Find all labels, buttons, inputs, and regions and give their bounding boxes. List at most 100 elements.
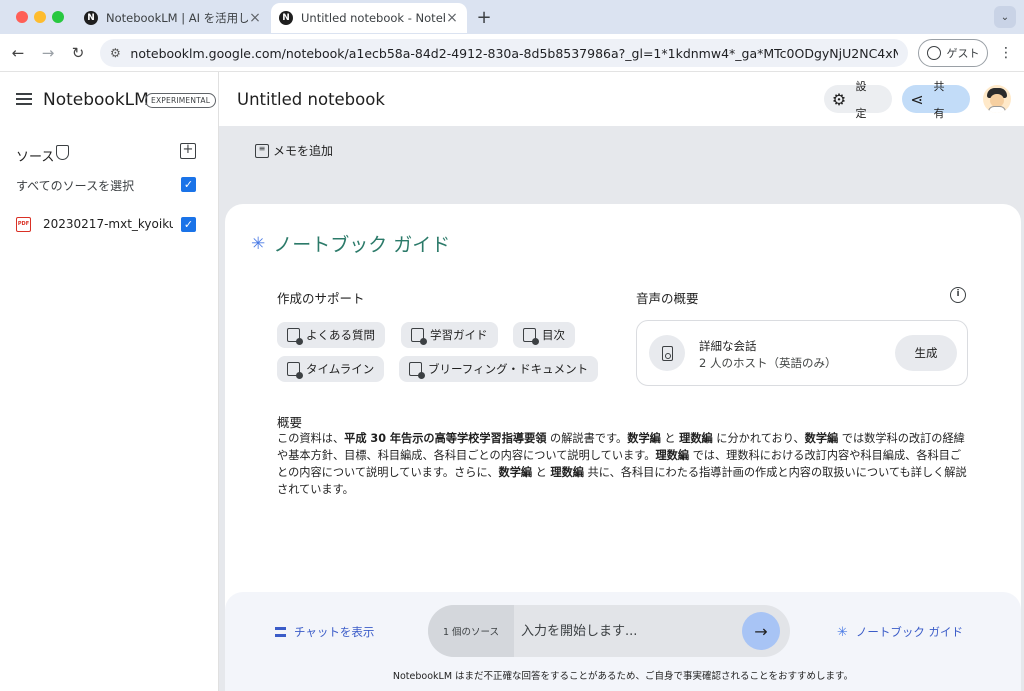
audio-overview-card: 詳細な会話 2 人のホスト（英語のみ） 生成 bbox=[636, 320, 968, 386]
sparkle-icon: ✳ bbox=[251, 233, 266, 254]
browser-menu-icon[interactable]: ⋮ bbox=[998, 44, 1014, 62]
doc-add-icon bbox=[523, 328, 539, 345]
tab-close-icon[interactable]: × bbox=[248, 10, 262, 26]
overview-bold-span: 理数編 bbox=[655, 449, 690, 462]
overview-heading: 概要 bbox=[277, 415, 303, 430]
disclaimer-text: NotebookLM はまだ不正確な回答をすることがあるため、ご自身で事実確認さ… bbox=[392, 671, 854, 682]
add-memo-label: メモを追加 bbox=[273, 144, 334, 158]
chat-icon bbox=[275, 627, 286, 637]
browser-toolbar: ← → ↻ ⚙ notebooklm.google.com/notebook/a… bbox=[0, 34, 1024, 72]
hamburger-menu-icon[interactable] bbox=[16, 93, 32, 105]
overview-text-span: の解説書です。 bbox=[546, 432, 628, 445]
doc-add-icon bbox=[411, 328, 427, 345]
overview-bold-span: 数学編 bbox=[627, 432, 661, 445]
window-zoom-button[interactable] bbox=[52, 11, 64, 23]
share-icon: ⋖ bbox=[910, 89, 924, 109]
tab-title: Untitled notebook - NotebookLM bbox=[301, 11, 445, 25]
doc-add-icon bbox=[287, 328, 303, 345]
notebook-guide-button[interactable]: ✳ ノートブック ガイド bbox=[837, 624, 963, 640]
faq-chip[interactable]: よくある質問 bbox=[277, 322, 385, 348]
select-all-checkbox[interactable]: ✓ bbox=[181, 177, 196, 192]
guest-label: ゲスト bbox=[946, 47, 980, 60]
app-logo[interactable]: NotebookLM bbox=[43, 90, 149, 110]
overview-text-span: この資料は、 bbox=[277, 432, 345, 445]
reload-button[interactable]: ↻ bbox=[68, 43, 88, 63]
avatar-body bbox=[988, 106, 1006, 113]
notebooklm-favicon-icon: N bbox=[279, 11, 293, 25]
notebook-guide-label: ノートブック ガイド bbox=[855, 625, 964, 639]
chat-input[interactable] bbox=[521, 619, 731, 643]
gear-icon: ⚙ bbox=[831, 89, 847, 109]
overview-bold-span: 数学編 bbox=[804, 432, 839, 445]
chip-label: 目次 bbox=[542, 328, 565, 342]
doc-add-icon bbox=[287, 362, 303, 379]
doc-add-icon bbox=[409, 362, 425, 379]
forward-button[interactable]: → bbox=[38, 43, 58, 63]
speaker-icon bbox=[661, 345, 673, 361]
window-minimize-button[interactable] bbox=[34, 11, 46, 23]
overview-bold-span: 平成 30 年告示の高等学校学習指導要領 bbox=[344, 432, 547, 445]
guide-title-text: ノートブック ガイド bbox=[273, 234, 451, 256]
speaker-icon-wrap bbox=[649, 335, 685, 371]
add-memo-button[interactable]: ≡ メモを追加 bbox=[255, 142, 333, 159]
profile-icon bbox=[926, 46, 941, 60]
overview-text-span: と bbox=[532, 466, 551, 479]
briefing-document-chip[interactable]: ブリーフィング・ドキュメント bbox=[399, 356, 599, 382]
settings-label: 設定 bbox=[855, 79, 867, 120]
avatar[interactable] bbox=[983, 85, 1011, 113]
note-icon: ≡ bbox=[255, 143, 269, 158]
source-count-badge: 1 個のソース bbox=[428, 605, 514, 657]
share-label: 共有 bbox=[933, 79, 945, 120]
browser-tab-bar: N NotebookLM | AI を活用したメモ × N Untitled n… bbox=[0, 0, 1024, 34]
timeline-chip[interactable]: タイムライン bbox=[277, 356, 385, 382]
audio-overview-heading: 音声の概要 bbox=[636, 291, 699, 306]
sparkle-icon: ✳ bbox=[837, 624, 848, 640]
source-item-checkbox[interactable]: ✓ bbox=[181, 217, 196, 232]
add-source-button[interactable]: + bbox=[180, 143, 196, 159]
overview-bold-span: 数学編 bbox=[498, 466, 533, 479]
table-of-contents-chip[interactable]: 目次 bbox=[513, 322, 575, 348]
url-text[interactable]: notebooklm.google.com/notebook/a1ecb58a-… bbox=[130, 46, 898, 61]
audio-card-subtitle: 2 人のホスト（英語のみ） bbox=[699, 356, 837, 370]
address-bar[interactable]: ⚙ notebooklm.google.com/notebook/a1ecb58… bbox=[100, 39, 908, 67]
site-info-icon[interactable]: ⚙ bbox=[110, 46, 124, 60]
source-item-name[interactable]: 20230217-mxt_kyoiku... bbox=[43, 217, 173, 231]
guide-title: ✳ ノートブック ガイド bbox=[251, 230, 450, 257]
send-button[interactable]: → bbox=[742, 612, 780, 650]
chat-footer: チャットを表示 1 個のソース → ✳ ノートブック ガイド NotebookL… bbox=[225, 592, 1021, 691]
browser-tab-notebooklm-home[interactable]: N NotebookLM | AI を活用したメモ × bbox=[76, 3, 270, 33]
shield-icon bbox=[56, 145, 69, 160]
generate-button[interactable]: 生成 bbox=[895, 335, 957, 371]
show-chat-button[interactable]: チャットを表示 bbox=[275, 624, 374, 640]
overview-bold-span: 理数編 bbox=[679, 432, 713, 445]
select-all-sources-label: すべてのソースを選択 bbox=[16, 179, 135, 193]
window-close-button[interactable] bbox=[16, 11, 28, 23]
back-button[interactable]: ← bbox=[8, 43, 28, 63]
overview-text: この資料は、平成 30 年告示の高等学校学習指導要領 の解説書です。数学編 と … bbox=[277, 430, 967, 498]
main-area: ≡ メモを追加 ✳ ノートブック ガイド 作成のサポート 音声の概要 i よくあ… bbox=[219, 126, 1024, 691]
tab-search-button[interactable]: ⌄ bbox=[994, 6, 1016, 28]
show-chat-label: チャットを表示 bbox=[294, 625, 375, 639]
tab-title: NotebookLM | AI を活用したメモ bbox=[106, 11, 248, 25]
chip-label: よくある質問 bbox=[306, 328, 375, 342]
study-guide-chip[interactable]: 学習ガイド bbox=[401, 322, 498, 348]
overview-text-span: と bbox=[660, 432, 680, 445]
browser-tab-untitled-notebook[interactable]: N Untitled notebook - NotebookLM × bbox=[271, 3, 467, 33]
notebook-title[interactable]: Untitled notebook bbox=[237, 90, 385, 109]
new-tab-button[interactable]: + bbox=[474, 7, 494, 28]
notebooklm-favicon-icon: N bbox=[84, 11, 98, 25]
notebook-header: Untitled notebook ⚙ 設定 ⋖ 共有 bbox=[219, 72, 1024, 126]
overview-bold-span: 理数編 bbox=[550, 466, 584, 479]
info-icon[interactable]: i bbox=[950, 287, 966, 303]
chip-label: 学習ガイド bbox=[430, 328, 488, 342]
pdf-icon: PDF bbox=[16, 217, 31, 232]
guest-profile-button[interactable]: ゲスト bbox=[918, 39, 988, 67]
audio-card-title: 詳細な会話 bbox=[699, 339, 757, 353]
settings-button[interactable]: ⚙ 設定 bbox=[824, 80, 892, 120]
chip-label: ブリーフィング・ドキュメント bbox=[428, 362, 589, 376]
support-heading: 作成のサポート bbox=[277, 291, 365, 306]
tab-close-icon[interactable]: × bbox=[445, 10, 459, 26]
chat-input-bar: 1 個のソース → bbox=[428, 605, 790, 657]
share-button[interactable]: ⋖ 共有 bbox=[902, 80, 970, 120]
experimental-badge: EXPERIMENTAL bbox=[145, 93, 217, 108]
